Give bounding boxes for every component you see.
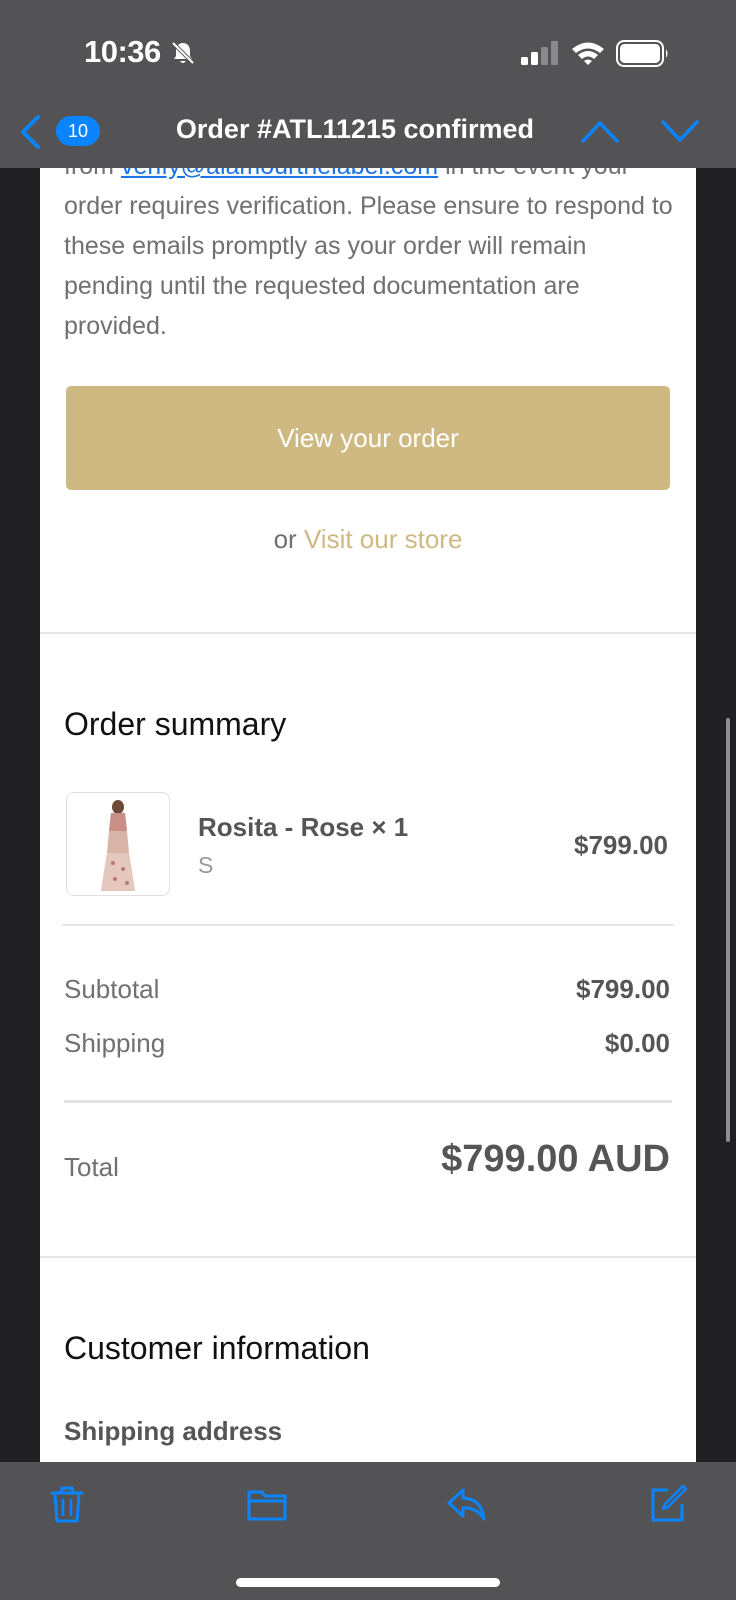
view-order-button[interactable]: View your order — [66, 386, 670, 490]
back-chevron-icon[interactable] — [18, 114, 44, 150]
product-variant: S — [198, 852, 214, 878]
status-bar: 10:36 — [0, 0, 736, 100]
product-price: $799.00 — [574, 830, 668, 860]
compose-icon[interactable] — [648, 1484, 688, 1524]
folder-icon[interactable] — [246, 1484, 288, 1524]
total-divider — [64, 1100, 672, 1103]
order-summary-title: Order summary — [64, 706, 287, 742]
visit-store-line: or Visit our store — [40, 524, 696, 555]
total-value: $799.00 AUD — [441, 1138, 670, 1180]
verification-paragraph: from verify@alamourthelabel.com in the e… — [64, 168, 674, 346]
chevron-up-icon[interactable] — [580, 116, 620, 146]
battery-icon — [616, 40, 668, 67]
product-name: Rosita - Rose × 1 — [198, 812, 409, 842]
intro-rest: in the event your order requires verific… — [64, 168, 673, 340]
subtotal-value: $799.00 — [576, 974, 670, 1004]
shipping-label: Shipping — [64, 1028, 166, 1058]
signal-icon — [521, 41, 558, 65]
customer-information-title: Customer information — [64, 1330, 370, 1366]
message-title: Order #ATL11215 confirmed — [175, 114, 535, 144]
item-divider — [62, 924, 674, 926]
section-divider — [40, 1256, 696, 1258]
section-divider — [40, 632, 696, 634]
product-image — [101, 800, 135, 891]
status-time: 10:36 — [84, 34, 161, 69]
bell-slash-icon — [171, 41, 195, 65]
shipping-value: $0.00 — [604, 1028, 670, 1058]
email-body: from verify@alamourthelabel.com in the e… — [40, 168, 696, 1462]
home-indicator[interactable] — [236, 1578, 500, 1587]
shipping-address-label: Shipping address — [64, 1416, 283, 1446]
chevron-down-icon[interactable] — [660, 116, 700, 146]
total-label: Total — [64, 1152, 119, 1182]
scrollbar[interactable] — [726, 718, 730, 1142]
verify-email-link[interactable]: verify@alamourthelabel.com — [121, 168, 438, 180]
mail-nav-bar: 10 Order #ATL11215 confirmed — [0, 100, 736, 168]
unread-count-badge[interactable]: 10 — [56, 116, 100, 146]
subtotal-label: Subtotal — [64, 974, 160, 1004]
trash-icon[interactable] — [47, 1484, 87, 1524]
intro-prefix: from — [64, 168, 121, 180]
or-text: or — [273, 524, 297, 554]
visit-store-link[interactable]: Visit our store — [304, 524, 462, 554]
reply-icon[interactable] — [446, 1484, 488, 1524]
wifi-icon — [572, 42, 604, 65]
product-thumbnail[interactable] — [66, 792, 170, 896]
